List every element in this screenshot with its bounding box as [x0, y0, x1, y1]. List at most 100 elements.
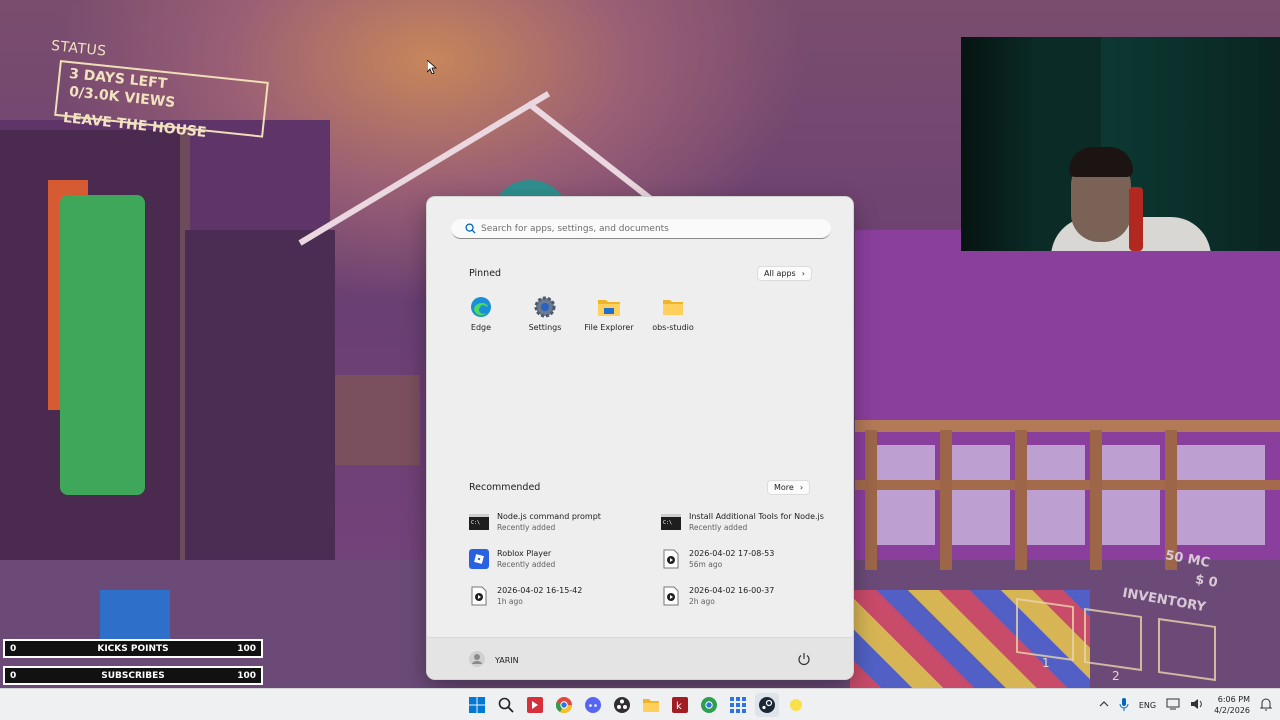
chrome-icon — [556, 697, 572, 713]
roblox-icon — [469, 549, 489, 569]
inventory-slot-2[interactable] — [1084, 607, 1142, 672]
recommended-title: Install Additional Tools for Node.js — [689, 512, 824, 521]
store-grid-icon — [730, 697, 746, 713]
user-account-button[interactable]: YARIN — [469, 651, 519, 669]
file-explorer-icon — [596, 294, 622, 320]
recommended-item[interactable]: 2026-04-02 16-00-37 2h ago — [661, 586, 774, 606]
more-label: More — [774, 483, 794, 492]
chevron-right-icon: › — [801, 269, 805, 278]
green-shirt — [60, 195, 145, 495]
search-icon — [498, 697, 514, 713]
pinned-app-edge[interactable]: Edge — [449, 294, 513, 332]
all-apps-label: All apps — [764, 269, 796, 278]
settings-gear-icon — [532, 294, 558, 320]
network-icon[interactable] — [1166, 698, 1180, 712]
app-dark-red-icon: k — [672, 697, 688, 713]
app-red-icon — [527, 697, 543, 713]
recommended-item[interactable]: 2026-04-02 17-08-53 56m ago — [661, 549, 774, 569]
power-icon — [798, 653, 810, 666]
terminal-icon: C:\ — [661, 512, 681, 532]
subscribes-bar: SUBSCRIBES 0 100 — [3, 666, 263, 685]
pinned-apps: Edge Settings File Explorer obs-studio — [449, 294, 705, 332]
pinned-app-label: File Explorer — [584, 323, 634, 332]
language-indicator[interactable]: ENG — [1139, 701, 1156, 710]
steam-icon — [759, 697, 775, 713]
inventory-slot-3[interactable] — [1158, 617, 1216, 682]
inventory-slot-number: 2 — [1112, 669, 1120, 683]
pinned-app-settings[interactable]: Settings — [513, 294, 577, 332]
windows-start-button[interactable] — [465, 693, 489, 717]
taskbar-chrome[interactable] — [552, 693, 576, 717]
edge-icon — [468, 294, 494, 320]
taskbar-app-red[interactable] — [523, 693, 547, 717]
recommended-subtitle: 56m ago — [689, 560, 723, 569]
taskbar-discord[interactable] — [581, 693, 605, 717]
svg-text:k: k — [676, 701, 682, 712]
chevron-up-icon[interactable] — [1099, 700, 1109, 710]
video-file-icon — [661, 586, 681, 606]
inventory-slot-1[interactable] — [1016, 597, 1074, 662]
windows-start-icon — [469, 697, 485, 713]
svg-text:C:\: C:\ — [663, 520, 672, 526]
recommended-subtitle: Recently added — [497, 523, 556, 532]
taskbar-sticky[interactable] — [784, 693, 808, 717]
kicks-points-label: KICKS POINTS — [97, 643, 169, 654]
all-apps-button[interactable]: All apps › — [757, 266, 812, 281]
blue-books — [100, 590, 170, 640]
taskbar-store-grid[interactable] — [726, 693, 750, 717]
hud-status-heading: STATUS — [50, 38, 108, 60]
terminal-icon: C:\ — [469, 512, 489, 532]
taskbar-file-explorer[interactable] — [639, 693, 663, 717]
clock[interactable]: 6:06 PM 4/2/2026 — [1214, 694, 1250, 716]
recommended-title: Roblox Player — [497, 549, 552, 558]
notification-bell-icon[interactable] — [1259, 698, 1273, 713]
start-search-input[interactable] — [481, 223, 811, 234]
recommended-subtitle: 1h ago — [497, 597, 523, 606]
taskbar-obs[interactable] — [610, 693, 634, 717]
user-avatar-icon — [469, 651, 485, 669]
folder-icon — [660, 294, 686, 320]
recommended-title: 2026-04-02 16-00-37 — [689, 586, 775, 595]
recommended-item[interactable]: C:\ Node.js command prompt Recently adde… — [469, 512, 601, 532]
file-explorer-icon — [643, 699, 659, 712]
discord-icon — [585, 697, 601, 713]
recommended-subtitle: 2h ago — [689, 597, 715, 606]
bookshelf — [185, 230, 335, 560]
volume-icon[interactable] — [1190, 698, 1204, 712]
pinned-heading: Pinned — [469, 268, 502, 279]
bed — [335, 375, 420, 465]
mouse-cursor-icon — [427, 60, 437, 74]
video-file-icon — [661, 549, 681, 569]
taskbar: k ENG 6:06 PM 4/2/2026 — [0, 688, 1280, 720]
pinned-app-file-explorer[interactable]: File Explorer — [577, 294, 641, 332]
taskbar-search-button[interactable] — [494, 693, 518, 717]
pinned-app-label: Settings — [528, 323, 562, 332]
svg-text:C:\: C:\ — [471, 520, 480, 526]
chevron-right-icon: › — [799, 483, 804, 492]
sticky-icon — [790, 699, 802, 711]
recommended-item[interactable]: C:\ Install Additional Tools for Node.js… — [661, 512, 824, 532]
more-button[interactable]: More › — [767, 480, 811, 495]
start-search-box[interactable] — [451, 219, 831, 239]
recommended-subtitle: Recently added — [689, 523, 748, 532]
power-button[interactable] — [797, 651, 811, 670]
system-tray: ENG 6:06 PM 4/2/2026 — [1099, 689, 1280, 720]
taskbar-apps: k — [465, 693, 808, 717]
webcam-overlay — [961, 37, 1280, 251]
obs-icon — [614, 697, 630, 713]
inventory-slot-number: 1 — [1042, 656, 1050, 670]
pinned-app-obs-studio[interactable]: obs-studio — [641, 294, 705, 332]
microphone-icon[interactable] — [1119, 697, 1129, 713]
recommended-item[interactable]: 2026-04-02 16-15-42 1h ago — [469, 586, 582, 606]
recommended-subtitle: Recently added — [497, 560, 556, 569]
clock-date: 4/2/2026 — [1214, 706, 1250, 715]
kicks-points-bar: KICKS POINTS 0 100 — [3, 639, 263, 658]
recommended-title: 2026-04-02 16-15-42 — [497, 586, 583, 595]
taskbar-app-dark-red[interactable]: k — [668, 693, 692, 717]
taskbar-steam[interactable] — [755, 693, 779, 717]
balcony-railing — [855, 420, 1280, 570]
pinned-app-label: obs-studio — [652, 323, 694, 332]
recommended-heading: Recommended — [469, 482, 541, 493]
taskbar-chrome-alt[interactable] — [697, 693, 721, 717]
recommended-item[interactable]: Roblox Player Recently added — [469, 549, 555, 569]
